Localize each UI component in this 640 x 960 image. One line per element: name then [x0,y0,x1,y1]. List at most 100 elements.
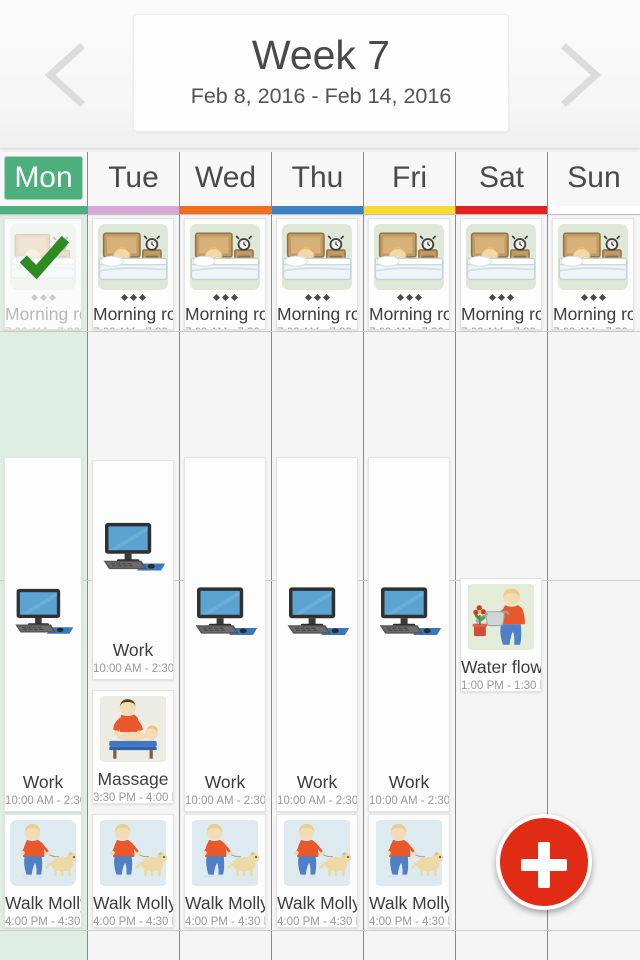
event-time: 7:00 AM - 7:30 AM [93,326,173,329]
subtask-dot [230,294,238,302]
day-header-fri[interactable]: Fri [364,152,456,214]
event-card[interactable]: Work 10:00 AM - 2:30 PM [368,457,450,812]
event-time: 4:00 PM - 4:30 PM [185,916,265,928]
page-title: Week 7 [251,32,391,78]
sleeping-in-bed-icon [98,224,168,290]
event-card[interactable]: Work 10:00 AM - 2:30 PM [276,457,358,812]
massage-icon [98,696,168,762]
chevron-right-icon [548,38,610,112]
computer-monitor-icon [190,463,260,765]
event-title: Morning routine [553,304,633,324]
event-card[interactable]: Massage 3:30 PM - 4:00 PM [92,690,174,804]
event-card[interactable]: Water flowers 1:00 PM - 1:30 PM [460,578,542,692]
event-time: 7:00 AM - 7:30 AM [461,326,541,329]
subtask-dot [129,294,137,302]
day-color-bar [456,206,547,214]
event-card[interactable]: Morning routine 7:00 AM - 7:30 AM [276,218,358,330]
event-title: Work [112,640,154,660]
sleeping-in-bed-icon [10,224,76,290]
event-title: Morning routine [461,304,541,324]
day-header-wed[interactable]: Wed [180,152,272,214]
subtask-dot [396,294,404,302]
subtask-dots [553,293,633,303]
event-card[interactable]: Work 10:00 AM - 2:30 PM [92,460,174,680]
subtask-dot [414,294,422,302]
sleeping-in-bed-icon [282,224,352,290]
walking-dog-icon [282,820,352,886]
previous-week-button[interactable] [36,38,98,112]
event-title: Massage [97,769,169,789]
computer-monitor-icon [98,466,168,633]
event-title: Work [296,772,338,792]
next-week-button[interactable] [548,38,610,112]
day-header-tue[interactable]: Tue [88,152,180,214]
event-time: 4:00 PM - 4:30 PM [369,916,449,928]
sleeping-in-bed-icon [374,224,444,290]
day-header-label: Sat [478,161,525,194]
event-time: 10:00 AM - 2:30 PM [277,795,358,807]
subtask-dots [369,293,449,303]
subtask-dot [48,294,56,302]
walking-dog-icon [190,820,260,886]
event-card[interactable]: Morning routine 7:00 AM - 7:30 AM [368,218,450,330]
event-card[interactable]: Walk Molly 4:00 PM - 4:30 PM [184,814,266,928]
day-header-bar: Mon Tue Wed Thu Fri Sat Sun [0,152,640,214]
subtask-dot [120,294,128,302]
day-header-label: Wed [194,161,257,194]
event-time: 1:00 PM - 1:30 PM [461,680,541,692]
day-color-bar [88,206,179,214]
event-title: Walk Molly [93,893,173,913]
event-time: 10:00 AM - 2:30 PM [369,795,450,807]
week-date-range: Feb 8, 2016 - Feb 14, 2016 [190,84,452,108]
event-time: 7:00 AM - 7:30 AM [185,326,265,329]
event-title: Work [388,772,430,792]
event-time: 10:00 AM - 2:30 PM [5,795,81,807]
day-color-bar [364,206,455,214]
event-card[interactable]: Morning routine 7:00 AM - 7:30 AM [552,218,634,330]
day-header-mon[interactable]: Mon [0,152,88,214]
subtask-dot [212,294,220,302]
watering-flowers-icon [466,584,536,650]
subtask-dot [221,294,229,302]
event-card[interactable]: Work 10:00 AM - 2:30 PM [4,457,82,812]
day-header-thu[interactable]: Thu [272,152,364,214]
subtask-dot [313,294,321,302]
event-card[interactable]: Walk Molly 4:00 PM - 4:30 PM [4,814,82,928]
event-title: Work [204,772,246,792]
sleeping-in-bed-icon [466,224,536,290]
day-color-bar [180,206,271,214]
event-card[interactable]: Morning routine 7:00 AM - 7:30 AM [460,218,542,330]
subtask-dots [185,293,265,303]
event-card[interactable]: Morning routine 7:00 AM - 7:30 AM [92,218,174,330]
day-header-sun[interactable]: Sun [548,152,640,214]
event-title: Walk Molly [5,893,81,913]
event-time: 10:00 AM - 2:30 PM [93,663,174,675]
event-time: 3:30 PM - 4:00 PM [93,792,173,804]
walking-dog-icon [10,820,76,886]
event-title: Walk Molly [369,893,449,913]
event-time: 7:00 AM - 7:30 AM [5,326,81,329]
week-selector-card[interactable]: Week 7 Feb 8, 2016 - Feb 14, 2016 [133,14,509,132]
week-schedule-screen: Week 7 Feb 8, 2016 - Feb 14, 2016 Mon Tue… [0,0,640,960]
subtask-dots [93,293,173,303]
event-card[interactable]: Morning routine 7:00 AM - 7:30 AM [4,218,82,330]
day-header-label: Mon [4,156,83,200]
add-event-button[interactable] [496,814,592,910]
event-time: 4:00 PM - 4:30 PM [277,916,357,928]
walking-dog-icon [98,820,168,886]
event-card[interactable]: Work 10:00 AM - 2:30 PM [184,457,266,812]
subtask-dots [461,293,541,303]
event-card[interactable]: Walk Molly 4:00 PM - 4:30 PM [276,814,358,928]
subtask-dot [30,294,38,302]
day-header-sat[interactable]: Sat [456,152,548,214]
event-card[interactable]: Morning routine 7:00 AM - 7:30 AM [184,218,266,330]
day-color-bar [272,206,363,214]
subtask-dot [488,294,496,302]
event-card[interactable]: Walk Molly 4:00 PM - 4:30 PM [368,814,450,928]
chevron-left-icon [36,38,98,112]
subtask-dot [304,294,312,302]
subtask-dot [506,294,514,302]
event-card[interactable]: Walk Molly 4:00 PM - 4:30 PM [92,814,174,928]
event-time: 7:00 AM - 7:30 AM [369,326,449,329]
subtask-dot [138,294,146,302]
